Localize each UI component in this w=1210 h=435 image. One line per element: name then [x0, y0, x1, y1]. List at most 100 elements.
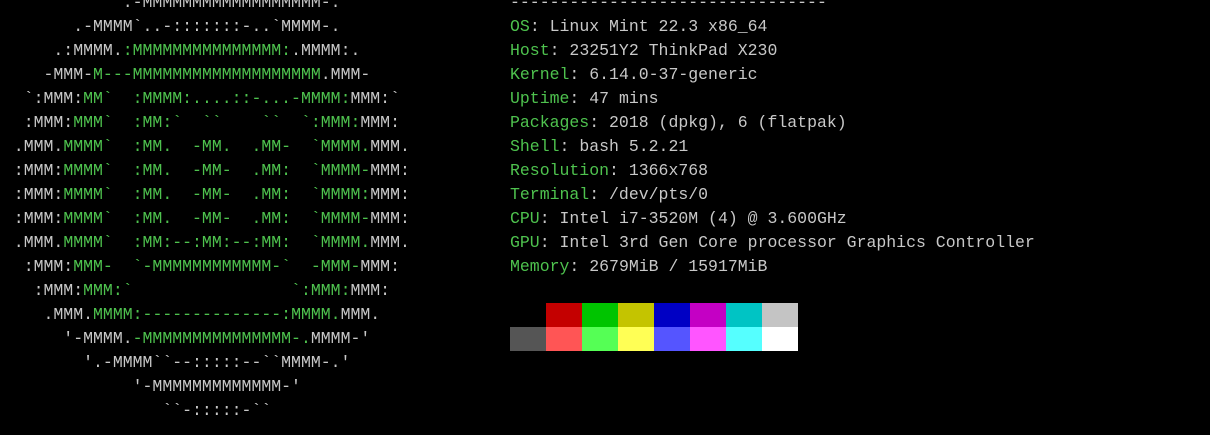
info-row-os: OS: Linux Mint 22.3 x86_64	[510, 15, 1200, 39]
info-value: 2018 (dpkg), 6 (flatpak)	[609, 113, 847, 132]
logo-segment: -MMM-	[0, 65, 94, 84]
info-value: /dev/pts/0	[609, 185, 709, 204]
logo-segment: M---MMMMMMMMMMMMMMMMMMM	[93, 65, 321, 84]
logo-segment: MMM:`	[350, 89, 400, 108]
info-row-terminal: Terminal: /dev/pts/0	[510, 183, 1200, 207]
info-row-uptime: Uptime: 47 mins	[510, 87, 1200, 111]
logo-segment: MMM:	[370, 209, 410, 228]
logo-line: `:MMM:MM` :MMMM:....::-...-MMMM:MMM:`	[0, 87, 494, 111]
logo-segment: MMMM` :MM. -MM- .MM: `MMMM-	[63, 161, 371, 180]
logo-line: :MMM:MMM:` `:MMM:MMM:	[0, 279, 494, 303]
info-value: 6.14.0-37-generic	[589, 65, 758, 84]
info-key: GPU	[510, 233, 540, 252]
logo-segment: .-MMMMMMMMMMMMMMMMMM-.	[0, 0, 341, 12]
logo-segment: :MMM:	[0, 257, 74, 276]
logo-segment: MMM- `-MMMMMMMMMMMM-` -MMM-	[73, 257, 361, 276]
logo-segment: :MMM:	[0, 113, 74, 132]
color-swatch-bright	[510, 327, 546, 351]
info-key: Packages	[510, 113, 590, 132]
info-colon: :	[569, 65, 590, 84]
info-key: Uptime	[510, 89, 570, 108]
color-swatch-normal	[546, 303, 582, 327]
logo-segment: MMMM` :MM. -MM. .MM- `MMMM.	[63, 137, 371, 156]
logo-segment: MMMM-'	[310, 329, 371, 348]
info-row-memory: Memory: 2679MiB / 15917MiB	[510, 255, 1200, 279]
info-separator: --------------------------------	[510, 0, 827, 12]
info-colon: :	[539, 209, 560, 228]
color-swatch-bright	[618, 327, 654, 351]
info-colon: :	[569, 89, 590, 108]
logo-segment: MMMM` :MM. -MM- .MM: `MMMM:	[63, 185, 371, 204]
info-value: 23251Y2 ThinkPad X230	[569, 41, 778, 60]
info-colon: :	[559, 137, 580, 156]
logo-segment: MMM.	[370, 233, 410, 252]
logo-segment: .MMM.	[0, 137, 64, 156]
info-colon: :	[569, 257, 590, 276]
logo-line: '.-MMMM``--:::::--``MMMM-.'	[0, 351, 494, 375]
logo-segment: '-MMMMMMMMMMMMM-'	[0, 377, 301, 396]
color-swatch-bright	[762, 327, 798, 351]
info-key: Resolution	[510, 161, 610, 180]
logo-segment: MM` :MMMM:....::-...-MMMM:	[83, 89, 351, 108]
logo-segment: MMM:	[360, 113, 400, 132]
logo-segment: :MMM:	[0, 281, 84, 300]
color-swatch-normal	[654, 303, 690, 327]
logo-segment: :MMM:	[0, 209, 64, 228]
terminal-window[interactable]: .-MMMMMMMMMMMMMMMMMM-. .-MMMM`..-:::::::…	[0, 0, 1210, 435]
logo-segment: MMM:	[370, 161, 410, 180]
logo-segment: MMM.	[370, 137, 410, 156]
distro-ascii-logo: .-MMMMMMMMMMMMMMMMMM-. .-MMMM`..-:::::::…	[0, 0, 494, 423]
info-key: Terminal	[510, 185, 590, 204]
logo-segment: .MMMM:.	[291, 41, 361, 60]
info-value: 47 mins	[589, 89, 659, 108]
info-row-shell: Shell: bash 5.2.21	[510, 135, 1200, 159]
logo-segment: `:MMM:	[0, 89, 84, 108]
logo-line: :MMM:MMMM` :MM. -MM- .MM: `MMMM:MMM:	[0, 183, 494, 207]
info-key: Memory	[510, 257, 570, 276]
logo-segment: MMMM` :MM. -MM- .MM: `MMMM-	[63, 209, 371, 228]
logo-segment: MMM.	[340, 305, 381, 324]
logo-line: '-MMMM.-MMMMMMMMMMMMMMM-.MMMM-'	[0, 327, 494, 351]
logo-segment: -MMMMMMMMMMMMMMM-.	[132, 329, 311, 348]
logo-line: '-MMMMMMMMMMMMM-'	[0, 375, 494, 399]
logo-line: :MMM:MMM` :MM:` `` `` `:MMM:MMM:	[0, 111, 494, 135]
color-swatch-normal	[762, 303, 798, 327]
logo-segment: .MMM-	[320, 65, 371, 84]
logo-line: .MMM.MMMM` :MM. -MM. .MM- `MMMM.MMM.	[0, 135, 494, 159]
system-info-panel: -------------------------------- OS: Lin…	[510, 0, 1200, 279]
logo-segment: :MMM:	[0, 185, 64, 204]
logo-line: ``-:::::-``	[0, 399, 494, 423]
logo-line: .-MMMM`..-:::::::-..`MMMM-.	[0, 15, 494, 39]
info-row-packages: Packages: 2018 (dpkg), 6 (flatpak)	[510, 111, 1200, 135]
info-rows: OS: Linux Mint 22.3 x86_64 Host: 23251Y2 …	[510, 15, 1200, 279]
info-colon: :	[529, 17, 550, 36]
info-value: 2679MiB / 15917MiB	[589, 257, 768, 276]
color-swatch-bright	[546, 327, 582, 351]
info-value: 1366x768	[628, 161, 709, 180]
logo-segment: :MMM:	[0, 161, 64, 180]
info-colon: :	[539, 233, 560, 252]
logo-segment: '-MMMM.	[0, 329, 133, 348]
info-value: Linux Mint 22.3 x86_64	[549, 17, 768, 36]
color-palette	[510, 303, 798, 351]
logo-segment: .:MMMM.	[0, 41, 123, 60]
logo-segment: .MMM.	[0, 305, 94, 324]
color-swatch-bright	[690, 327, 726, 351]
logo-segment: .MMM.	[0, 233, 64, 252]
info-key: Kernel	[510, 65, 570, 84]
logo-segment: ``-:::::-``	[0, 401, 272, 420]
info-row-host: Host: 23251Y2 ThinkPad X230	[510, 39, 1200, 63]
info-value: bash 5.2.21	[579, 137, 689, 156]
color-swatch-normal	[690, 303, 726, 327]
info-key: Host	[510, 41, 550, 60]
logo-segment: .-MMMM`..-:::::::-..`MMMM-.	[0, 17, 341, 36]
logo-segment: MMMM:--------------:MMMM.	[93, 305, 341, 324]
logo-segment: MMM:` `:MMM:	[83, 281, 351, 300]
logo-segment: MMM` :MM:` `` `` `:MMM:	[73, 113, 361, 132]
info-colon: :	[589, 113, 610, 132]
color-swatch-bright	[726, 327, 762, 351]
logo-segment: '.-MMMM``--:::::--``MMMM-.'	[0, 353, 351, 372]
color-swatch-normal	[726, 303, 762, 327]
info-row-resolution: Resolution: 1366x768	[510, 159, 1200, 183]
logo-line: .:MMMM.:MMMMMMMMMMMMMMM:.MMMM:.	[0, 39, 494, 63]
